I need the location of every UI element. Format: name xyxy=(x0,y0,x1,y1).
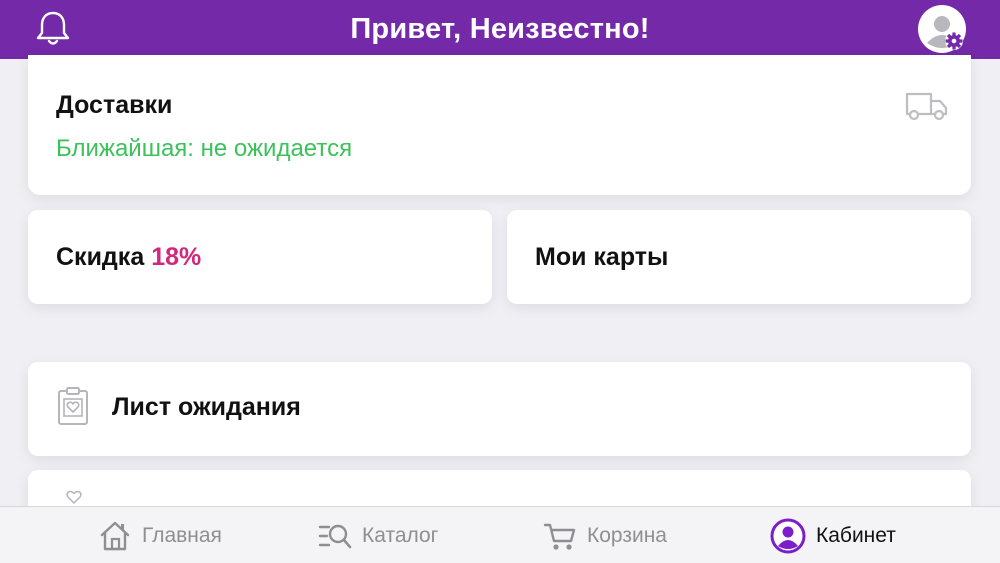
avatar-settings-button[interactable] xyxy=(918,5,966,53)
avatar-settings-icon xyxy=(919,6,965,52)
home-icon xyxy=(100,521,130,550)
deliveries-card[interactable]: Доставки Ближайшая: не ожидается xyxy=(28,55,971,195)
profile-icon xyxy=(770,518,806,553)
discount-card[interactable]: Скидка 18% xyxy=(28,210,492,304)
bell-icon[interactable] xyxy=(33,8,73,48)
my-cards-label: Мои карты xyxy=(535,243,669,271)
page-title: Привет, Неизвестно! xyxy=(350,13,650,45)
deliveries-title: Доставки xyxy=(56,91,173,119)
tab-bar: Главная Каталог Корзина Кабинет xyxy=(0,506,1000,563)
discount-label: Скидка xyxy=(56,243,145,271)
discount-label-row: Скидка 18% xyxy=(56,243,201,272)
tab-home-label: Главная xyxy=(142,523,222,547)
tab-catalog-label: Каталог xyxy=(362,523,439,547)
tab-cart[interactable]: Корзина xyxy=(543,507,667,563)
tab-cabinet[interactable]: Кабинет xyxy=(770,507,896,563)
truck-icon xyxy=(905,92,948,121)
deliveries-subtitle: Ближайшая: не ожидается xyxy=(56,135,353,162)
discount-value: 18% xyxy=(151,243,202,271)
cart-icon xyxy=(543,523,576,550)
catalog-search-icon xyxy=(318,524,352,548)
tab-home[interactable]: Главная xyxy=(98,507,222,563)
tab-catalog[interactable]: Каталог xyxy=(318,507,438,563)
clipboard-heart-icon xyxy=(58,387,88,425)
tab-cart-label: Корзина xyxy=(587,523,667,547)
my-cards-card[interactable]: Мои карты xyxy=(507,210,971,304)
waitlist-label: Лист ожидания xyxy=(112,393,301,421)
tab-cabinet-label: Кабинет xyxy=(816,523,896,547)
header-bar: Привет, Неизвестно! xyxy=(0,0,1000,59)
waitlist-card[interactable]: Лист ожидания xyxy=(28,362,971,456)
heart-icon xyxy=(66,490,82,504)
